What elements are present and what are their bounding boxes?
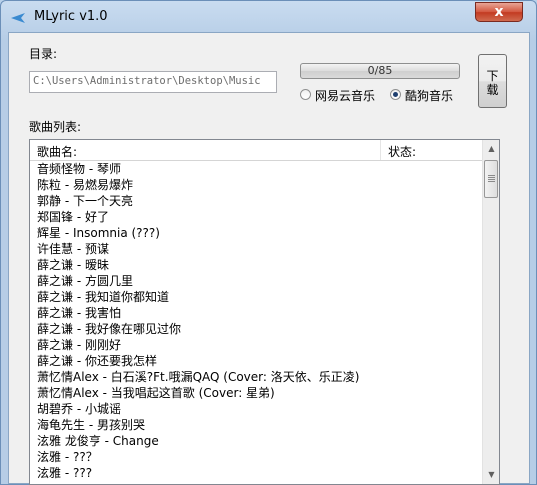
song-row[interactable]: 泫雅 龙俊亨 - Change	[37, 433, 482, 449]
directory-input[interactable]: C:\Users\Administrator\Desktop\Music	[29, 71, 277, 93]
song-row[interactable]: 薛之谦 - 刚刚好	[37, 337, 482, 353]
song-row[interactable]: 萧忆情Alex - 当我唱起这首歌 (Cover: 星弟)	[37, 385, 482, 401]
song-row[interactable]: 薛之谦 - 我好像在哪见过你	[37, 321, 482, 337]
scroll-down-icon[interactable]: ▼	[483, 466, 499, 483]
song-row[interactable]: 许佳慧 - 预谋	[37, 241, 482, 257]
radio-kugou-label: 酷狗音乐	[405, 89, 454, 103]
progress-text: 0/85	[367, 64, 393, 77]
song-list-label: 歌曲列表:	[29, 120, 82, 134]
scroll-up-icon[interactable]: ▲	[483, 140, 499, 157]
song-row[interactable]: 薛之谦 - 暧昧	[37, 257, 482, 273]
song-row[interactable]: 辉星 - Insomnia (???)	[37, 225, 482, 241]
column-header-name[interactable]: 歌曲名:	[37, 143, 77, 160]
song-row[interactable]: 海龟先生 - 男孩别哭	[37, 417, 482, 433]
song-row[interactable]: 薛之谦 - 我害怕	[37, 305, 482, 321]
grip-icon	[488, 175, 495, 182]
song-row[interactable]: 郑国锋 - 好了	[37, 209, 482, 225]
list-header: 歌曲名: 状态:	[30, 140, 482, 161]
client-area: 目录: C:\Users\Administrator\Desktop\Music…	[8, 32, 530, 485]
song-row[interactable]: 郭静 - 下一个天亮	[37, 193, 482, 209]
download-label-2: 载	[486, 83, 499, 97]
song-rows: 音频怪物 - 琴师 陈粒 - 易燃易爆炸 郭静 - 下一个天亮 郑国锋 - 好了 辉星 …	[37, 161, 482, 481]
song-row[interactable]: 薛之谦 - 你还要我怎样	[37, 353, 482, 369]
song-row[interactable]: 萧忆情Alex - 白石溪?Ft.哦漏QAQ (Cover: 洛天依、乐正凌)	[37, 369, 482, 385]
radio-netease-label: 网易云音乐	[315, 89, 376, 103]
song-row[interactable]: 音频怪物 - 琴师	[37, 161, 482, 177]
close-button[interactable]: x	[475, 2, 523, 22]
column-header-status[interactable]: 状态:	[388, 143, 416, 160]
radio-kugou[interactable]: 酷狗音乐	[390, 87, 460, 105]
app-icon	[11, 13, 25, 23]
radio-netease[interactable]: 网易云音乐	[300, 87, 380, 105]
directory-label: 目录:	[29, 47, 58, 61]
title-bar[interactable]: MLyric v1.0 x	[1, 1, 536, 33]
song-row[interactable]: 泫雅 - ??？	[37, 449, 482, 465]
column-divider[interactable]	[380, 140, 381, 160]
song-row[interactable]: 胡碧乔 - 小城谣	[37, 401, 482, 417]
scroll-thumb[interactable]	[484, 160, 498, 198]
vertical-scrollbar[interactable]: ▲ ▼	[482, 140, 499, 484]
download-button[interactable]: 下 载	[478, 54, 507, 108]
close-icon: x	[494, 4, 504, 20]
radio-netease-dot[interactable]	[300, 89, 311, 100]
song-row[interactable]: 薛之谦 - 方圆几里	[37, 273, 482, 289]
song-row[interactable]: 陈粒 - 易燃易爆炸	[37, 177, 482, 193]
song-row[interactable]: 泫雅 - ???	[37, 465, 482, 481]
download-label-1: 下	[486, 69, 499, 83]
radio-kugou-dot[interactable]	[390, 89, 401, 100]
window-title: MLyric v1.0	[34, 9, 108, 24]
app-window: MLyric v1.0 x 目录: C:\Users\Administrator…	[0, 0, 537, 485]
song-list[interactable]: 歌曲名: 状态: 音频怪物 - 琴师 陈粒 - 易燃易爆炸 郭静 - 下一个天亮 郑国…	[29, 139, 500, 485]
song-row[interactable]: 薛之谦 - 我知道你都知道	[37, 289, 482, 305]
download-progress-bar: 0/85	[300, 63, 460, 79]
